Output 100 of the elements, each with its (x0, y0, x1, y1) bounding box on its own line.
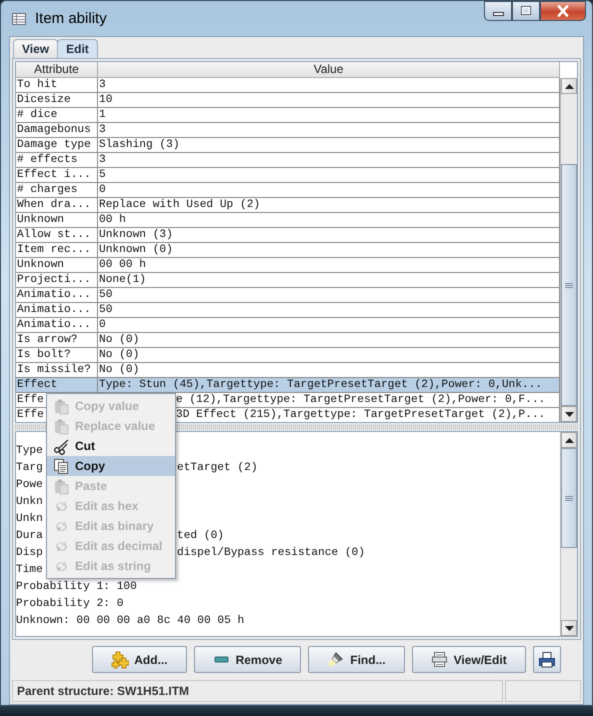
attribute-value: None(1) (99, 274, 146, 286)
attribute-name: Animatio... (17, 304, 91, 316)
minimize-button[interactable] (484, 1, 512, 21)
text-line: dispel/Bypass resistance (0) (177, 546, 366, 560)
scroll-down-button[interactable] (561, 620, 577, 636)
documents-icon (53, 458, 70, 474)
printer-icon (538, 650, 556, 668)
attribute-name: Unknown (17, 258, 64, 272)
attribute-value: 0 (99, 318, 106, 332)
grip-icon (565, 282, 573, 288)
scroll-thumb[interactable] (561, 448, 577, 548)
flashlight-icon (327, 650, 346, 668)
attribute-value: 10 (99, 94, 112, 106)
attribute-name: Is arrow? (17, 334, 78, 346)
attribute-value: 50 (99, 288, 112, 302)
button[interactable]: View/Edit (412, 646, 526, 673)
selected-row[interactable]: Effect Type: Stun (45),Targettype: TargetPresetTarget (2),Power: 0,Unk... (16, 378, 560, 393)
maximize-button[interactable] (512, 1, 540, 21)
attribute-name: Animatio... (17, 318, 91, 332)
tab[interactable]: Edit (57, 39, 98, 58)
menu-item[interactable]: Cut (47, 436, 175, 456)
button[interactable]: Add... (92, 646, 187, 673)
attribute-value: Replace with Used Up (2) (99, 198, 260, 212)
attribute-value: No (0) (99, 364, 140, 376)
text-line: etTarget (2) (177, 460, 259, 474)
text-line: Unkn (16, 512, 43, 526)
text-line: Probability 2: 0 (16, 596, 124, 610)
print-button[interactable] (532, 646, 561, 673)
close-icon (556, 5, 570, 17)
attribute-value: No (0) (99, 348, 140, 362)
attribute-name: # charges (17, 184, 78, 196)
attribute-value: 3 (99, 78, 106, 92)
attribute-value: 00 h (99, 214, 126, 226)
attribute-name: # effects (17, 154, 78, 166)
clipboard-icon (53, 478, 70, 494)
attribute-name: Damagebonus (17, 124, 91, 136)
attribute-name: Projecti... (17, 274, 91, 286)
attribute-value: 1 (99, 108, 106, 122)
attribute-value: Type: Stun (45),Targettype: TargetPresetTarget (2),Power: 0,Unk... (99, 378, 542, 392)
attribute-name: Is missile? (17, 364, 91, 376)
text-line: Unknown: 00 00 00 a0 8c 40 00 05 h (16, 614, 244, 628)
attribute-name: Item rec... (17, 244, 91, 256)
close-button[interactable] (540, 1, 586, 21)
attribute-name: When dra... (17, 198, 91, 212)
attribute-value: Unknown (3) (99, 228, 173, 242)
text-line: Powe (16, 478, 43, 492)
attribute-value: 00 00 h (99, 258, 146, 272)
attribute-name: Allow st... (17, 228, 91, 242)
attribute-name: Effe (17, 408, 44, 422)
attribute-name: # dice (17, 108, 58, 122)
attribute-value: No (0) (99, 334, 140, 346)
up-arrow-icon (564, 438, 574, 442)
attribute-name: Effect (17, 378, 58, 392)
attribute-value: Unknown (0) (99, 244, 173, 256)
clipboard-icon (53, 398, 70, 414)
table-icon (11, 10, 27, 26)
down-arrow-icon (564, 412, 574, 416)
text-line: Unkn (16, 494, 43, 508)
text-line: Probability 1: 100 (16, 580, 137, 594)
window-title: Item ability (35, 10, 108, 27)
column-header[interactable]: Attribute (16, 62, 98, 77)
menu-item[interactable]: Copy (47, 456, 175, 476)
text-line: Dura (16, 528, 44, 542)
down-arrow-icon (564, 626, 574, 630)
scroll-down-button[interactable] (561, 406, 577, 422)
attribute-value: 3 (99, 154, 106, 166)
attribute-name: Damage type (17, 138, 91, 152)
text-line: Type (16, 444, 43, 458)
plus-icon (111, 650, 130, 668)
tab[interactable]: View (13, 39, 58, 58)
grip-icon (565, 496, 573, 500)
text-line: Disp (16, 546, 44, 560)
attribute-name: Is bolt? (17, 348, 71, 362)
attribute-value: 5 (99, 168, 106, 182)
button[interactable]: Remove (194, 646, 302, 673)
maximize-icon (519, 5, 533, 17)
scrollbar[interactable] (560, 432, 577, 636)
scroll-up-button[interactable] (561, 432, 577, 448)
status-text: Parent structure: SW1H51.ITM (17, 684, 190, 698)
text-line: Targ (16, 460, 44, 474)
text-line: ted (0) (177, 528, 225, 542)
attribute-name: Animatio... (17, 288, 91, 302)
attribute-name: Effect i... (17, 168, 91, 182)
scissors-icon (53, 438, 70, 454)
attribute-value: 0 (99, 184, 106, 196)
attribute-name: Effe (17, 394, 44, 406)
attribute-value: Slashing (3) (99, 138, 180, 152)
attribute-value: 50 (99, 304, 112, 316)
text-line: Time (16, 562, 43, 576)
attribute-value: e (12),Targettype: TargetPresetTarget (2),Power: 0,F... (176, 394, 546, 406)
scrollbar[interactable] (560, 78, 577, 422)
button[interactable]: Find... (308, 646, 405, 673)
scroll-up-button[interactable] (561, 78, 577, 94)
up-arrow-icon (564, 84, 574, 88)
attribute-name: To hit (17, 78, 58, 92)
attribute-name: Dicesize (17, 94, 71, 106)
column-header[interactable]: Value (98, 62, 560, 77)
attribute-value: 3 (99, 124, 106, 136)
attribute-value: 3D Effect (215),Targettype: TargetPresetTarget (2),P... (176, 408, 546, 422)
scroll-thumb[interactable] (561, 164, 577, 406)
